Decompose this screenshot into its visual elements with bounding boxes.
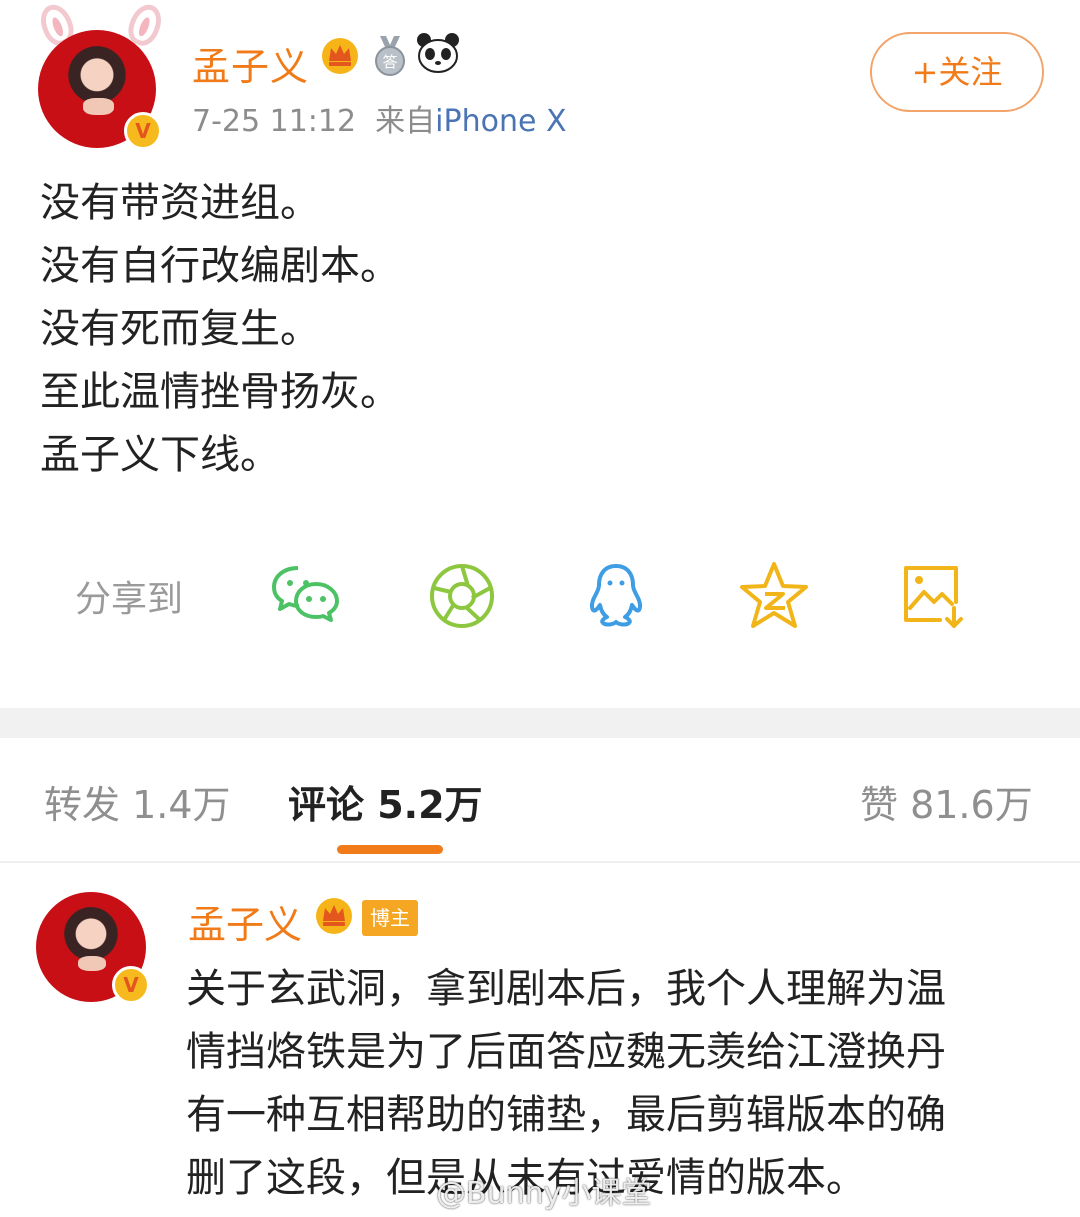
comment-line: 有一种互相帮助的铺垫，最后剪辑版本的确 (186, 1092, 946, 1138)
post-author-name[interactable]: 孟子义 (192, 36, 309, 91)
post-author-avatar[interactable]: V (30, 0, 180, 154)
crown-icon (322, 38, 358, 74)
watermark: @Bunny小课堂 (436, 1176, 652, 1211)
post-source-link[interactable]: iPhone X (435, 104, 566, 139)
share-label: 分享到 (75, 579, 184, 620)
post-text: 没有带资进组。 没有自行改编剧本。 没有死而复生。 至此温情挫骨扬灰。 孟子义下… (40, 172, 400, 487)
section-divider (0, 708, 1080, 738)
panda-icon (417, 33, 459, 73)
post-source-prefix: 来自 (375, 104, 436, 139)
crown-icon (316, 898, 352, 934)
verified-v-icon: V (112, 966, 150, 1004)
comment-author-avatar[interactable]: V (36, 892, 154, 1010)
active-tab-indicator (337, 845, 443, 854)
medal-char: 答 (382, 53, 397, 71)
qzone-icon[interactable] (736, 558, 812, 634)
comment-line: 关于玄武洞，拿到剧本后，我个人理解为温 (186, 966, 946, 1012)
moments-icon[interactable] (424, 558, 500, 634)
weibo-post-page: V 孟子义 答 7-25 11:12 来自iPhone X +关注 没有带资进组… (0, 0, 1080, 1217)
comment-author-name[interactable]: 孟子义 (188, 894, 302, 949)
follow-button[interactable]: +关注 (870, 32, 1044, 112)
post-line: 没有死而复生。 (40, 306, 320, 352)
medal-icon: 答 (375, 36, 405, 76)
comment-line: 情挡烙铁是为了后面答应魏无羡给江澄换丹 (186, 1029, 946, 1075)
wechat-icon[interactable] (268, 558, 344, 634)
tab-likes[interactable]: 赞 81.6万 (860, 774, 1033, 829)
tab-repost[interactable]: 转发 1.4万 (44, 774, 231, 829)
tab-comments[interactable]: 评论 5.2万 (288, 774, 483, 829)
post-timestamp: 7-25 11:12 (192, 104, 357, 139)
post-line: 至此温情挫骨扬灰。 (40, 369, 400, 415)
post-line: 没有带资进组。 (40, 180, 320, 226)
post-line: 没有自行改编剧本。 (40, 243, 400, 289)
tabs-divider (0, 861, 1080, 863)
save-image-icon[interactable] (894, 558, 970, 634)
qq-icon[interactable] (578, 558, 654, 634)
author-badge: 博主 (362, 900, 418, 936)
post-meta: 7-25 11:12 来自iPhone X (192, 96, 567, 140)
verified-v-icon: V (124, 112, 162, 150)
post-line: 孟子义下线。 (40, 432, 280, 478)
